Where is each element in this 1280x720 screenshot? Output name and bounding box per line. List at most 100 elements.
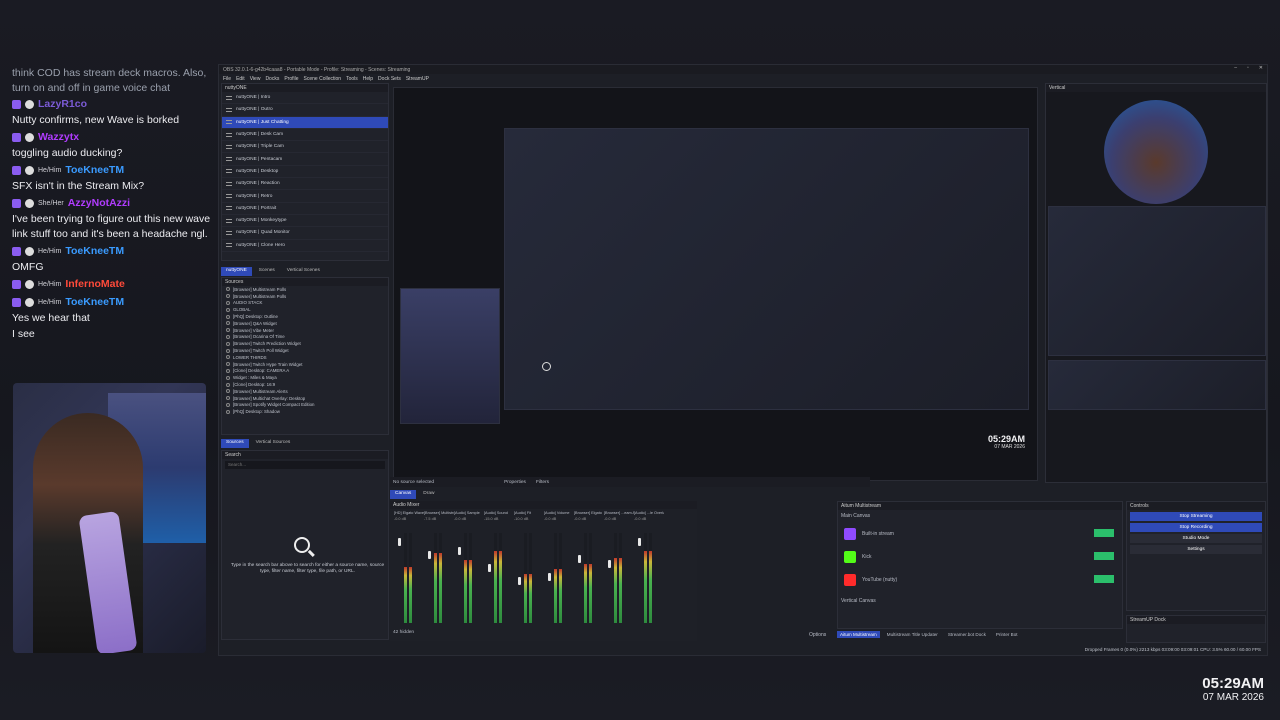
- source-visibility-icon[interactable]: [226, 402, 230, 407]
- filters-button[interactable]: Filters: [536, 480, 549, 485]
- badge-icon: [12, 100, 21, 109]
- source-visibility-icon[interactable]: [226, 321, 230, 326]
- volume-fader[interactable]: [608, 559, 611, 568]
- source-visibility-icon[interactable]: [226, 355, 230, 360]
- volume-fader[interactable]: [458, 546, 461, 555]
- volume-fader[interactable]: [548, 573, 551, 581]
- menu-item[interactable]: Edit: [236, 76, 245, 82]
- source-item[interactable]: GLOBAL: [222, 306, 388, 313]
- destination-toggle-button[interactable]: [1094, 529, 1114, 537]
- volume-fader[interactable]: [578, 555, 581, 564]
- source-item[interactable]: [Browser] Multistream Polls: [222, 293, 388, 300]
- volume-fader[interactable]: [638, 537, 641, 546]
- source-label: [Browser] Multistream Alerts: [233, 388, 288, 394]
- search-input[interactable]: Search...: [225, 461, 385, 469]
- destination-toggle-button[interactable]: [1094, 575, 1114, 583]
- source-item[interactable]: [Browser] Multichat Overlay: Desktop: [222, 395, 388, 402]
- source-visibility-icon[interactable]: [226, 314, 230, 319]
- source-visibility-icon[interactable]: [226, 348, 230, 353]
- control-button[interactable]: Stop Streaming: [1130, 512, 1262, 521]
- menu-item[interactable]: Scene Collection: [304, 76, 342, 82]
- source-item[interactable]: [Browser] Spotify Widget Compact Edition: [222, 402, 388, 409]
- scene-item[interactable]: nuttyONE | Intro: [222, 92, 388, 105]
- source-item[interactable]: [Browser] Twitch Hype Train Widget: [222, 361, 388, 368]
- source-visibility-icon[interactable]: [226, 409, 230, 414]
- mixer-channel-db: -10.0 dB: [514, 517, 529, 521]
- dock-tab[interactable]: Multistream Title Updater: [884, 631, 941, 638]
- source-visibility-icon[interactable]: [226, 334, 230, 339]
- scene-item[interactable]: nuttyONE | Retro: [222, 190, 388, 203]
- source-item[interactable]: [Browser] Q&A Widget: [222, 320, 388, 327]
- properties-button[interactable]: Properties: [504, 480, 526, 485]
- dock-tab[interactable]: Printer Bot: [993, 631, 1021, 638]
- sources-header: Sources: [222, 278, 388, 286]
- source-item[interactable]: [Browser] Multistream Polls: [222, 286, 388, 293]
- source-item[interactable]: [Browser] Vibe Meter: [222, 327, 388, 334]
- control-button[interactable]: Studio Mode: [1130, 534, 1262, 543]
- canvas-tab[interactable]: Draw: [418, 490, 439, 499]
- source-visibility-icon[interactable]: [226, 389, 230, 394]
- source-item[interactable]: Widget : Miles & Maya: [222, 374, 388, 381]
- source-item[interactable]: AUDIO STACK: [222, 300, 388, 307]
- scene-item[interactable]: nuttyONE | Clone Hero: [222, 240, 388, 252]
- volume-fader[interactable]: [398, 537, 401, 546]
- menu-item[interactable]: Tools: [346, 76, 358, 82]
- menu-item[interactable]: Dock Sets: [378, 76, 401, 82]
- scene-item[interactable]: nuttyONE | Outro: [222, 104, 388, 117]
- volume-fader[interactable]: [518, 577, 521, 586]
- source-visibility-icon[interactable]: [226, 396, 230, 401]
- source-visibility-icon[interactable]: [226, 341, 230, 346]
- menu-item[interactable]: Docks: [265, 76, 279, 82]
- control-button[interactable]: Stop Recording: [1130, 523, 1262, 532]
- source-item[interactable]: [Clone] Desktop: 16:9: [222, 381, 388, 388]
- source-tab[interactable]: Vertical Sources: [251, 439, 296, 448]
- scene-item[interactable]: nuttyONE | Portrait: [222, 203, 388, 215]
- menu-item[interactable]: File: [223, 76, 231, 82]
- source-item[interactable]: LOWER THIRDS: [222, 354, 388, 361]
- source-visibility-icon[interactable]: [226, 368, 230, 373]
- dock-tab[interactable]: Streamer.bot Dock: [945, 631, 989, 638]
- scene-item[interactable]: nuttyONE | Just Chatting: [222, 116, 388, 129]
- source-visibility-icon[interactable]: [226, 287, 230, 292]
- source-visibility-icon[interactable]: [226, 382, 230, 387]
- source-item[interactable]: [Browser] Multistream Alerts: [222, 388, 388, 395]
- dock-tab[interactable]: Aitum Multistream: [837, 631, 880, 638]
- scene-tab[interactable]: nuttyONE: [221, 267, 252, 276]
- menu-item[interactable]: Help: [363, 76, 373, 82]
- canvas-tab[interactable]: Canvas: [390, 490, 417, 499]
- control-button[interactable]: Settings: [1130, 545, 1262, 554]
- source-visibility-icon[interactable]: [226, 362, 230, 367]
- source-visibility-icon[interactable]: [226, 328, 230, 333]
- scene-item[interactable]: nuttyONE | Quad Monitor: [222, 227, 388, 240]
- source-visibility-icon[interactable]: [226, 307, 230, 312]
- scene-item[interactable]: nuttyONE | Pentacam: [222, 153, 388, 166]
- menu-item[interactable]: Profile: [284, 76, 298, 82]
- source-item[interactable]: [PhQ] Desktop: Shadow: [222, 408, 388, 415]
- source-visibility-icon[interactable]: [226, 300, 230, 305]
- scene-tab[interactable]: Scenes: [254, 267, 280, 276]
- scene-item[interactable]: nuttyONE | Triple Cam: [222, 141, 388, 154]
- source-item[interactable]: [PhQ] Desktop: Outline: [222, 313, 388, 320]
- volume-fader[interactable]: [488, 564, 491, 573]
- source-tab[interactable]: Sources: [221, 439, 249, 448]
- source-item[interactable]: [Clone] Desktop: CAMERA A: [222, 368, 388, 375]
- source-visibility-icon[interactable]: [226, 375, 230, 380]
- scene-item[interactable]: nuttyONE | Desktop: [222, 166, 388, 179]
- scene-item[interactable]: nuttyONE | Reaction: [222, 178, 388, 191]
- source-visibility-icon[interactable]: [226, 294, 230, 299]
- destination-toggle-button[interactable]: [1094, 552, 1114, 560]
- menu-item[interactable]: View: [250, 76, 261, 82]
- source-item[interactable]: [Browser] Twitch Poll Widget: [222, 347, 388, 354]
- minimize-icon[interactable]: –: [1234, 65, 1237, 71]
- scene-item[interactable]: nuttyONE | Monkeytype: [222, 215, 388, 228]
- menu-item[interactable]: StreamUP: [406, 76, 429, 82]
- source-item[interactable]: [Browser] Ocarina Of Time: [222, 334, 388, 341]
- level-meter: [554, 533, 557, 623]
- maximize-icon[interactable]: ▫: [1247, 65, 1249, 71]
- scene-item[interactable]: nuttyONE | Desk Cam: [222, 129, 388, 142]
- scene-tab[interactable]: Vertical Scenes: [282, 267, 325, 276]
- mixer-options-button[interactable]: Options: [809, 632, 826, 638]
- close-icon[interactable]: ✕: [1259, 65, 1263, 71]
- source-item[interactable]: [Browser] Twitch Prediction Widget: [222, 340, 388, 347]
- volume-fader[interactable]: [428, 551, 431, 559]
